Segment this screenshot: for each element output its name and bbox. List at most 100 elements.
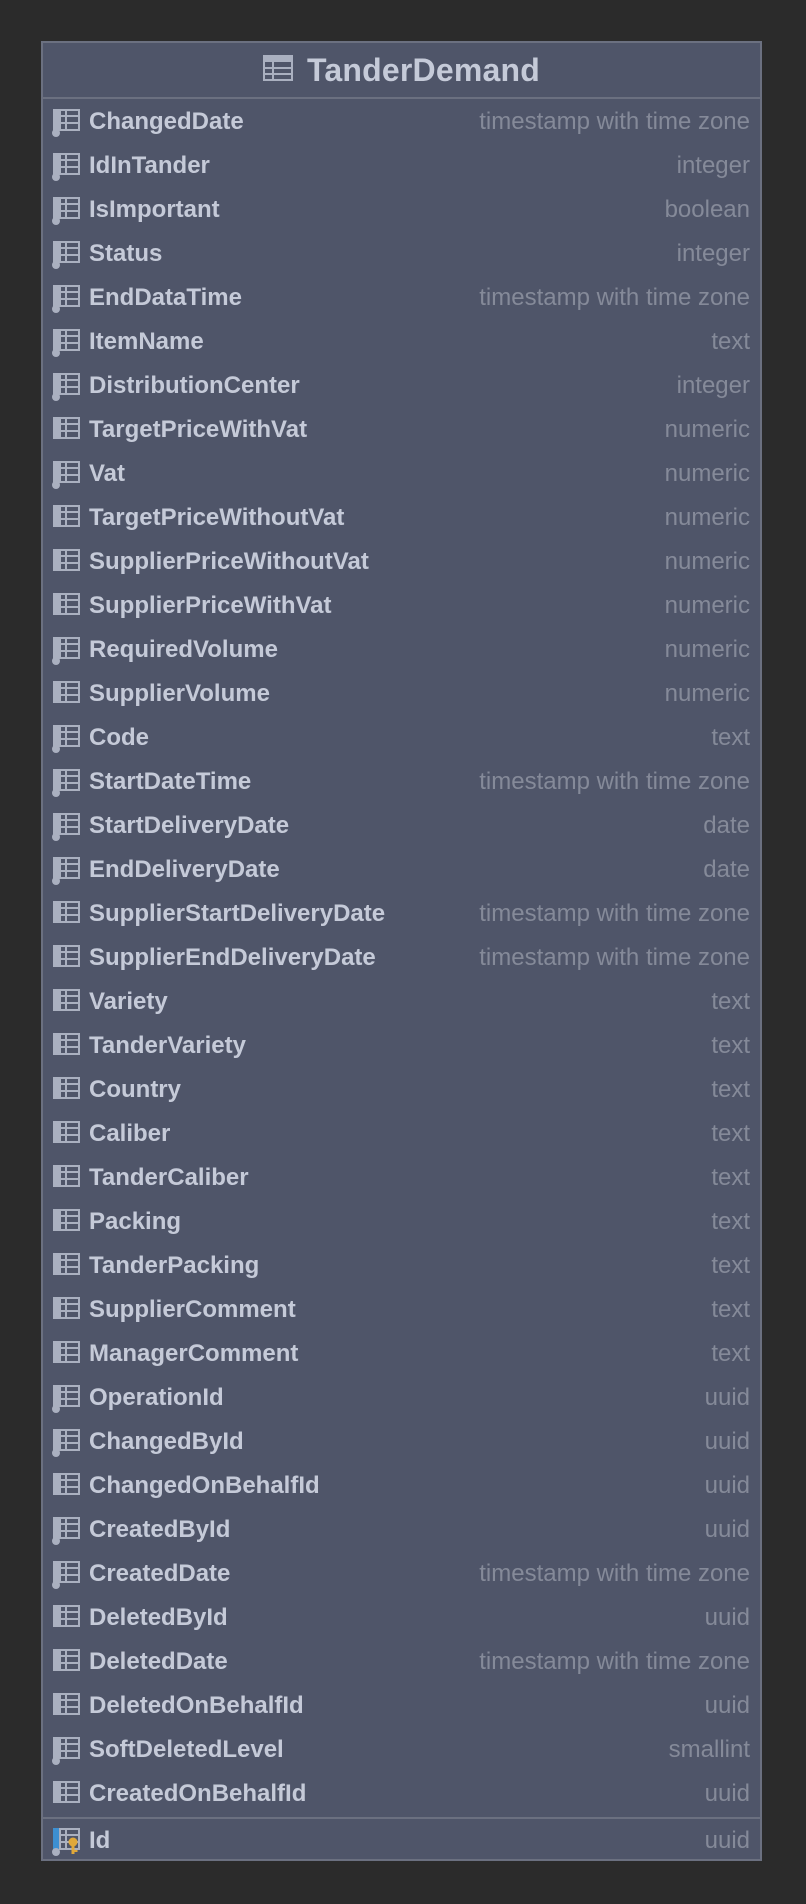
column-row[interactable]: DeletedById uuid bbox=[43, 1596, 760, 1640]
column-type: timestamp with time zone bbox=[479, 1560, 750, 1587]
column-type: numeric bbox=[664, 416, 750, 443]
column-name: DeletedById bbox=[89, 1604, 228, 1631]
column-icon bbox=[51, 767, 81, 797]
column-icon bbox=[51, 195, 81, 225]
column-type: text bbox=[711, 1164, 750, 1191]
column-name: TanderCaliber bbox=[89, 1164, 249, 1191]
column-row[interactable]: ChangedById uuid bbox=[43, 1420, 760, 1464]
column-row[interactable]: ItemName text bbox=[43, 320, 760, 364]
column-row[interactable]: DeletedOnBehalfId uuid bbox=[43, 1684, 760, 1728]
column-icon bbox=[51, 1251, 81, 1281]
column-row[interactable]: StartDeliveryDate date bbox=[43, 804, 760, 848]
primary-key-name: Id bbox=[89, 1827, 111, 1854]
not-null-dot-icon bbox=[52, 833, 60, 841]
column-row[interactable]: CreatedById uuid bbox=[43, 1508, 760, 1552]
column-type: numeric bbox=[664, 548, 750, 575]
column-icon bbox=[51, 679, 81, 709]
column-name: Country bbox=[89, 1076, 181, 1103]
column-row[interactable]: EndDeliveryDate date bbox=[43, 848, 760, 892]
column-name: EndDataTime bbox=[89, 284, 242, 311]
column-name: SupplierVolume bbox=[89, 680, 270, 707]
column-type: uuid bbox=[704, 1604, 750, 1631]
column-row[interactable]: EndDataTime timestamp with time zone bbox=[43, 276, 760, 320]
not-null-dot-icon bbox=[52, 129, 60, 137]
column-icon bbox=[51, 415, 81, 445]
column-icon bbox=[51, 987, 81, 1017]
primary-key-row[interactable]: Id uuid bbox=[43, 1819, 760, 1863]
column-row[interactable]: RequiredVolume numeric bbox=[43, 628, 760, 672]
column-row[interactable]: ChangedDate timestamp with time zone bbox=[43, 100, 760, 144]
column-row[interactable]: Caliber text bbox=[43, 1112, 760, 1156]
column-row[interactable]: IdInTander integer bbox=[43, 144, 760, 188]
not-null-dot-icon bbox=[52, 217, 60, 225]
column-row[interactable]: SupplierPriceWithoutVat numeric bbox=[43, 540, 760, 584]
column-type: text bbox=[711, 1252, 750, 1279]
column-name: TanderPacking bbox=[89, 1252, 260, 1279]
column-icon bbox=[51, 283, 81, 313]
column-icon bbox=[51, 239, 81, 269]
column-row[interactable]: SupplierStartDeliveryDate timestamp with … bbox=[43, 892, 760, 936]
column-row[interactable]: ManagerComment text bbox=[43, 1332, 760, 1376]
column-icon bbox=[51, 107, 81, 137]
column-row[interactable]: TanderPacking text bbox=[43, 1244, 760, 1288]
column-row[interactable]: SupplierComment text bbox=[43, 1288, 760, 1332]
column-type: uuid bbox=[704, 1384, 750, 1411]
column-row[interactable]: ChangedOnBehalfId uuid bbox=[43, 1464, 760, 1508]
column-name: SupplierComment bbox=[89, 1296, 296, 1323]
column-row[interactable]: DistributionCenter integer bbox=[43, 364, 760, 408]
column-icon bbox=[51, 1207, 81, 1237]
column-row[interactable]: TanderVariety text bbox=[43, 1024, 760, 1068]
column-type: integer bbox=[676, 372, 750, 399]
column-type: smallint bbox=[668, 1736, 750, 1763]
column-type: uuid bbox=[704, 1472, 750, 1499]
column-name: OperationId bbox=[89, 1384, 224, 1411]
column-name: ChangedOnBehalfId bbox=[89, 1472, 320, 1499]
column-row[interactable]: SupplierVolume numeric bbox=[43, 672, 760, 716]
column-name: SupplierStartDeliveryDate bbox=[89, 900, 386, 927]
column-icon bbox=[51, 327, 81, 357]
column-name: StartDateTime bbox=[89, 768, 252, 795]
column-name: Variety bbox=[89, 988, 168, 1015]
column-row[interactable]: TanderCaliber text bbox=[43, 1156, 760, 1200]
column-row[interactable]: StartDateTime timestamp with time zone bbox=[43, 760, 760, 804]
column-name: ChangedDate bbox=[89, 108, 244, 135]
column-name: Caliber bbox=[89, 1120, 171, 1147]
column-name: Status bbox=[89, 240, 163, 267]
column-row[interactable]: DeletedDate timestamp with time zone bbox=[43, 1640, 760, 1684]
column-row[interactable]: TargetPriceWithoutVat numeric bbox=[43, 496, 760, 540]
column-row[interactable]: CreatedDate timestamp with time zone bbox=[43, 1552, 760, 1596]
column-name: TargetPriceWithoutVat bbox=[89, 504, 345, 531]
table-entity[interactable]: TanderDemand ChangedDate timestamp with t… bbox=[41, 41, 762, 1861]
column-type: timestamp with time zone bbox=[479, 284, 750, 311]
primary-key-type: uuid bbox=[704, 1827, 750, 1854]
column-row[interactable]: Vat numeric bbox=[43, 452, 760, 496]
not-null-dot-icon bbox=[52, 1537, 60, 1545]
column-icon bbox=[51, 1295, 81, 1325]
not-null-dot-icon bbox=[52, 305, 60, 313]
column-name: SupplierEndDeliveryDate bbox=[89, 944, 376, 971]
column-type: timestamp with time zone bbox=[479, 944, 750, 971]
column-type: numeric bbox=[664, 680, 750, 707]
column-type: uuid bbox=[704, 1516, 750, 1543]
not-null-dot-icon bbox=[52, 349, 60, 357]
column-row[interactable]: OperationId uuid bbox=[43, 1376, 760, 1420]
table-header[interactable]: TanderDemand bbox=[43, 43, 760, 99]
column-name: CreatedOnBehalfId bbox=[89, 1780, 307, 1807]
column-icon bbox=[51, 635, 81, 665]
column-icon bbox=[51, 1471, 81, 1501]
column-name: RequiredVolume bbox=[89, 636, 278, 663]
column-row[interactable]: Country text bbox=[43, 1068, 760, 1112]
column-row[interactable]: Code text bbox=[43, 716, 760, 760]
column-row[interactable]: Status integer bbox=[43, 232, 760, 276]
column-row[interactable]: TargetPriceWithVat numeric bbox=[43, 408, 760, 452]
column-name: ItemName bbox=[89, 328, 204, 355]
column-type: numeric bbox=[664, 460, 750, 487]
column-row[interactable]: Packing text bbox=[43, 1200, 760, 1244]
column-row[interactable]: CreatedOnBehalfId uuid bbox=[43, 1772, 760, 1816]
column-row[interactable]: SupplierPriceWithVat numeric bbox=[43, 584, 760, 628]
column-row[interactable]: Variety text bbox=[43, 980, 760, 1024]
column-icon bbox=[51, 1779, 81, 1809]
column-row[interactable]: SoftDeletedLevel smallint bbox=[43, 1728, 760, 1772]
column-row[interactable]: IsImportant boolean bbox=[43, 188, 760, 232]
column-row[interactable]: SupplierEndDeliveryDate timestamp with ti… bbox=[43, 936, 760, 980]
